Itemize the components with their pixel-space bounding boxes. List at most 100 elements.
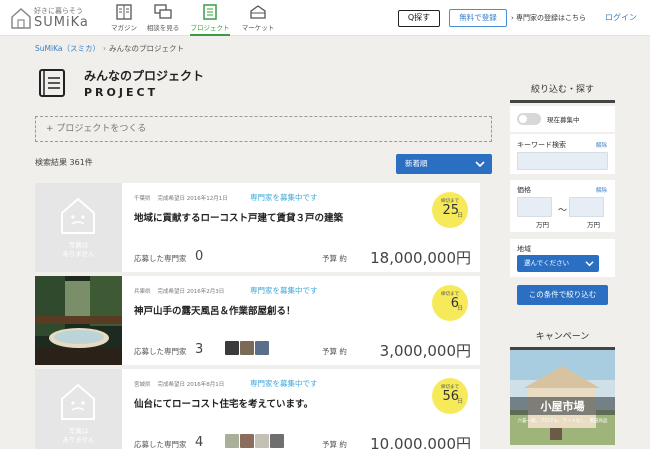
region-filter: 地域 選んでください: [510, 239, 615, 277]
no-image-house-icon: [61, 197, 95, 234]
page-subtitle: PROJECT: [84, 86, 159, 99]
experts-count: 4: [195, 435, 204, 449]
sort-select[interactable]: 新着順: [396, 154, 492, 174]
wish-date: 完成希望日 2016年12月1日: [157, 196, 228, 202]
chevron-down-icon: [475, 161, 485, 168]
recruit-status: 専門家を募集中です: [250, 286, 318, 295]
chevron-down-icon: [585, 261, 594, 267]
prefecture: 千葉県: [134, 196, 151, 202]
deadline-days: 25: [442, 203, 459, 218]
project-title[interactable]: 仙台にてローコスト住宅を考えています。: [134, 396, 313, 410]
price-unit-min: 万円: [536, 221, 549, 229]
no-image-label: 写真は ありません: [62, 241, 95, 258]
market-icon: [250, 5, 266, 19]
price-min-input[interactable]: [517, 197, 552, 217]
apply-filter-button[interactable]: この条件で絞り込む: [517, 285, 608, 305]
project-card[interactable]: 写真は ありません 宮城県 完成希望日 2016年8月1日 専門家を募集中です 仙台…: [35, 369, 480, 449]
project-title[interactable]: 神戸山手の露天風呂＆作業部屋創る！: [134, 303, 296, 317]
expert-avatars: [225, 433, 285, 448]
banner-subtitle: 六畳一間、プロでも、ライトなし、豊田商品: [518, 417, 608, 424]
keyword-filter: キーワード検索 解除: [510, 134, 615, 174]
recruiting-filter: 現在募集中: [510, 106, 615, 132]
price-clear-link[interactable]: 解除: [596, 186, 607, 194]
consult-icon: [154, 4, 172, 19]
budget-label: 予算 約: [322, 440, 347, 449]
filter-sidebar: 絞り込む・探す 現在募集中 キーワード検索 解除 価格 解除 ～ 万円 万円 地…: [510, 82, 615, 277]
budget-value: 10,000,000円: [370, 435, 471, 449]
region-label: 地域: [517, 245, 531, 253]
budget-value: 18,000,000円: [370, 249, 471, 267]
deadline-unit: 日: [457, 213, 463, 219]
nav-magazine[interactable]: マガジン: [107, 0, 141, 36]
register-button[interactable]: 無料で登録: [449, 9, 507, 27]
nav-label: マガジン: [111, 24, 137, 32]
region-select-value: 選んでください: [524, 259, 570, 267]
breadcrumb-home[interactable]: SuMiKa（スミカ）: [35, 44, 100, 53]
recruiting-label: 現在募集中: [547, 116, 580, 124]
price-label: 価格: [517, 186, 531, 194]
avatar[interactable]: [240, 434, 254, 448]
magazine-icon: [116, 4, 132, 20]
project-meta: 兵庫県 完成希望日 2016年2月3日: [134, 287, 231, 295]
outdoor-bath-photo: [35, 276, 122, 365]
create-project-button[interactable]: + プロジェクトをつくる: [35, 116, 492, 142]
site-logo[interactable]: 好きに暮らそう SUMiKa: [10, 4, 92, 32]
experts-label: 応募した専門家: [134, 347, 187, 356]
nav-consult[interactable]: 相談を見る: [145, 0, 181, 36]
project-thumbnail: 写真は ありません: [35, 183, 122, 272]
no-image-label: 写真は ありません: [62, 427, 95, 444]
price-unit-max: 万円: [587, 221, 600, 229]
experts-label: 応募した専門家: [134, 440, 187, 449]
prefecture: 兵庫県: [134, 289, 151, 295]
deadline-badge: 締切まで 25 日: [432, 192, 468, 228]
breadcrumb: SuMiKa（スミカ） › みんなのプロジェクト: [35, 43, 184, 54]
keyword-input[interactable]: [517, 152, 608, 170]
keyword-label: キーワード検索: [517, 141, 566, 149]
pro-register-text: 専門家の登録はこちら: [516, 14, 587, 22]
price-filter: 価格 解除 ～ 万円 万円: [510, 180, 615, 232]
page-title: みんなのプロジェクト: [84, 69, 205, 83]
project-title[interactable]: 地域に貢献するローコスト戸建て賃貸３戸の建築: [134, 210, 343, 224]
avatar[interactable]: [270, 434, 284, 448]
deadline-days: 6: [450, 296, 459, 311]
wish-date: 完成希望日 2016年8月1日: [157, 382, 225, 388]
nav-label: マーケット: [241, 24, 275, 32]
project-meta: 千葉県 完成希望日 2016年12月1日: [134, 194, 235, 202]
chevron-right-icon: ›: [102, 44, 106, 53]
prefecture: 宮城県: [134, 382, 151, 388]
nav-market[interactable]: マーケット: [240, 0, 276, 36]
avatar[interactable]: [255, 341, 269, 355]
keyword-clear-link[interactable]: 解除: [596, 141, 607, 149]
project-card[interactable]: 写真は ありません 千葉県 完成希望日 2016年12月1日 専門家を募集中です 地…: [35, 183, 480, 272]
wish-date: 完成希望日 2016年2月3日: [157, 289, 225, 295]
result-count: 検索結果 361件: [35, 158, 93, 167]
avatar[interactable]: [240, 341, 254, 355]
region-select[interactable]: 選んでください: [517, 255, 599, 272]
price-max-input[interactable]: [569, 197, 604, 217]
sort-select-value: 新着順: [405, 159, 428, 168]
house-logo-icon: [11, 7, 31, 29]
expert-avatars: [225, 340, 270, 355]
search-button[interactable]: Q探す: [398, 10, 440, 27]
recruiting-toggle[interactable]: [517, 113, 541, 125]
budget-value: 3,000,000円: [379, 342, 471, 360]
deadline-days: 56: [442, 389, 459, 404]
project-card[interactable]: 兵庫県 完成希望日 2016年2月3日 専門家を募集中です 神戸山手の露天風呂＆作…: [35, 276, 480, 365]
deadline-unit: 日: [457, 399, 463, 405]
header: 好きに暮らそう SUMiKa マガジン 相談を見る プロジェクト マーケット Q…: [0, 0, 650, 36]
project-thumbnail: 写真は ありません: [35, 369, 122, 449]
avatar[interactable]: [255, 434, 269, 448]
budget-label: 予算 約: [322, 347, 347, 356]
recruit-status: 専門家を募集中です: [250, 193, 318, 202]
login-link[interactable]: ログイン: [605, 12, 637, 23]
pro-register-link[interactable]: › 専門家の登録はこちら: [511, 13, 586, 23]
nav-label: 相談を見る: [146, 24, 180, 32]
project-meta: 宮城県 完成希望日 2016年8月1日: [134, 380, 231, 388]
filter-heading: 絞り込む・探す: [510, 82, 615, 103]
deadline-unit: 日: [457, 306, 463, 312]
avatar[interactable]: [225, 434, 239, 448]
avatar[interactable]: [225, 341, 239, 355]
campaign-banner[interactable]: 小屋市場 六畳一間、プロでも、ライトなし、豊田商品: [510, 350, 615, 445]
banner-title: 小屋市場: [540, 399, 585, 413]
nav-project[interactable]: プロジェクト: [190, 0, 230, 36]
